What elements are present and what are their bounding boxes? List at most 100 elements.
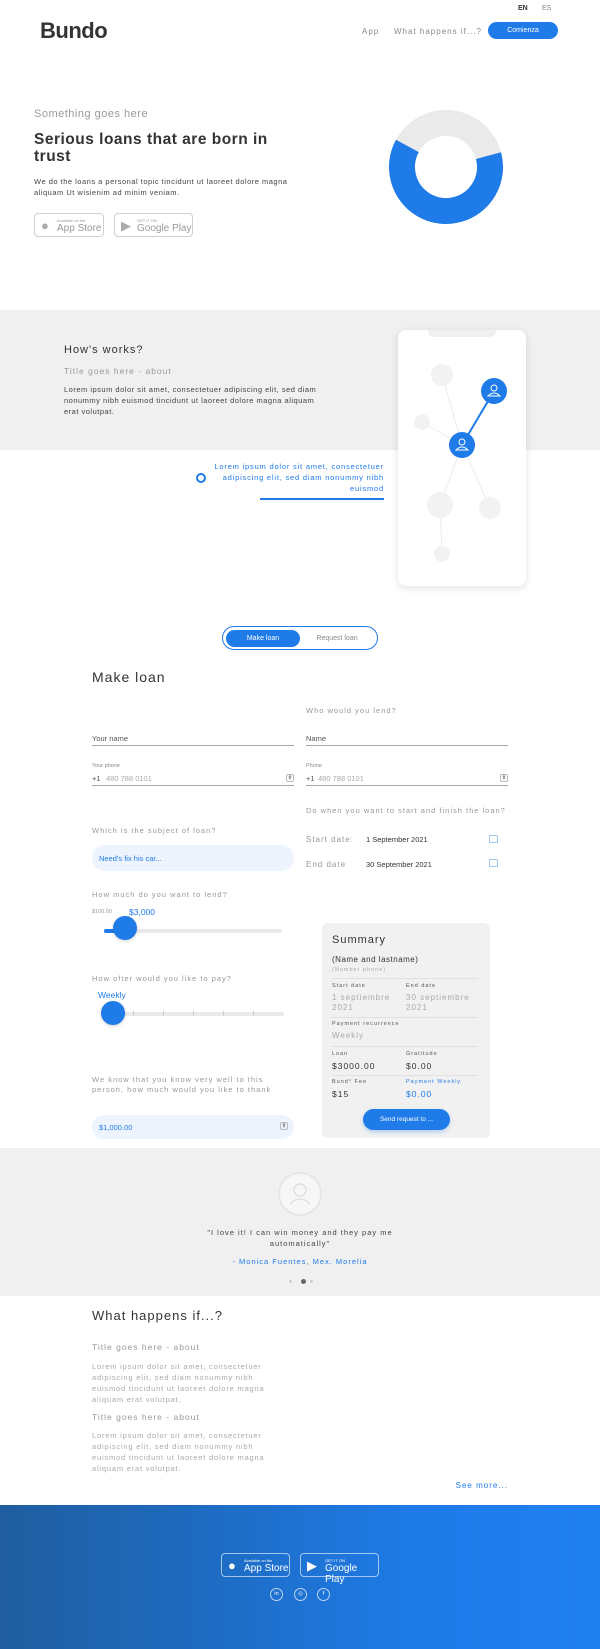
tab-make-loan[interactable]: Make loan — [226, 630, 300, 647]
summary-phone: (Number phone) — [332, 967, 387, 973]
see-more-link[interactable]: See more... — [400, 1481, 508, 1490]
summary-divider — [332, 1017, 478, 1018]
testimonial-band — [0, 1148, 600, 1296]
lendee-name-field[interactable]: Name — [306, 734, 326, 743]
summary-recurrence-label: Payment recurrence — [332, 1021, 400, 1027]
footer-appstore-button[interactable]: ● Available on the App Store — [221, 1553, 290, 1577]
amount-slider-handle[interactable] — [113, 916, 138, 940]
instagram-icon[interactable]: ◎ — [294, 1588, 307, 1601]
play-icon: ▶ — [307, 1558, 317, 1573]
subject-label: Which is the subject of loan? — [92, 826, 217, 835]
amount-label: How much do you want to lend? — [92, 890, 228, 899]
summary-loan-value: $3000.00 — [332, 1061, 376, 1071]
gplay-big-text: Google Play — [325, 1563, 358, 1585]
lang-en-link[interactable]: EN — [518, 5, 528, 12]
user-icon — [289, 1183, 311, 1205]
start-date-label: Start date: — [306, 835, 354, 844]
summary-weekly-value: $0.00 — [406, 1089, 433, 1099]
network-graphic — [414, 364, 507, 562]
carousel-dot[interactable] — [289, 1280, 292, 1283]
apple-icon: ● — [41, 218, 49, 233]
hero-appstore-button[interactable]: ● Available on the App Store — [34, 213, 104, 237]
lendee-name-underline — [306, 745, 508, 746]
network-node — [434, 546, 450, 562]
summary-title: Summary — [332, 934, 387, 946]
facebook-icon[interactable]: f — [317, 1588, 330, 1601]
hero-kicker: Something goes here — [34, 108, 149, 120]
frequency-tick — [133, 1011, 134, 1016]
highlight-underline — [260, 498, 384, 500]
logo[interactable]: Bundo — [40, 18, 108, 44]
calendar-icon[interactable] — [489, 835, 498, 843]
calendar-icon[interactable] — [489, 859, 498, 867]
testimonial-author: - Monica Fuentes, Mex. Morelia — [232, 1257, 368, 1266]
carousel-dot-active[interactable] — [301, 1279, 306, 1284]
appstore-big-text: App Store — [244, 1563, 289, 1574]
who-lend-label: Who would you lend? — [306, 706, 397, 715]
lendee-phone-underline — [306, 785, 508, 786]
frequency-tick — [253, 1011, 254, 1016]
testimonial-quote: "I love it! I can win money and they pay… — [207, 1228, 393, 1248]
apple-icon: ● — [228, 1558, 236, 1573]
what-happens-title: What happens if...? — [92, 1308, 224, 1323]
end-date-label: End date — [306, 860, 347, 869]
gratitude-stepper[interactable]: ▲ ▼ — [280, 1122, 288, 1130]
frequency-tick — [163, 1011, 164, 1016]
frequency-tick — [223, 1011, 224, 1016]
frequency-tick — [193, 1011, 194, 1016]
what-happens-subtitle: Title goes here - about — [92, 1342, 200, 1352]
summary-divider — [332, 1046, 478, 1047]
linkedin-icon[interactable]: in — [270, 1588, 283, 1601]
your-name-field[interactable]: Your name — [92, 734, 128, 743]
phone-stepper[interactable]: ▲ ▼ — [500, 774, 508, 782]
subject-value: Need's fix his car... — [99, 854, 162, 863]
summary-loan-label: Loan — [332, 1051, 349, 1057]
hero-googleplay-button[interactable]: ▶ GET IT ON Google Play — [114, 213, 193, 237]
summary-end-label: End date — [406, 983, 437, 989]
how-works-title: How's works? — [64, 344, 144, 356]
avatar — [278, 1172, 322, 1216]
summary-divider — [332, 1075, 478, 1076]
comienza-button[interactable]: Comienza — [488, 22, 558, 39]
network-node — [431, 364, 453, 386]
summary-weekly-label: Payment Weekly — [406, 1079, 462, 1085]
gplay-big-text: Google Play — [137, 223, 192, 234]
frequency-slider-track[interactable] — [104, 1012, 284, 1016]
summary-start-label: Start date — [332, 983, 366, 989]
amount-value: $3,000 — [129, 907, 155, 917]
lendee-phone-field[interactable]: 480 788 0101 — [318, 774, 364, 783]
nav-app-link[interactable]: App — [362, 27, 379, 36]
your-phone-underline — [92, 785, 294, 786]
tab-request-loan[interactable]: Request loan — [300, 630, 374, 647]
summary-gratitude-value: $0.00 — [406, 1061, 433, 1071]
carousel-dot[interactable] — [310, 1280, 313, 1283]
summary-recurrence-value: Weekly — [332, 1031, 365, 1040]
network-node — [414, 414, 430, 430]
summary-divider — [332, 978, 478, 979]
dates-label: Do when you want to start and finish the… — [306, 806, 506, 815]
send-request-button[interactable]: Send request to ... — [363, 1109, 450, 1130]
summary-fee-value: $15 — [332, 1089, 350, 1099]
hero-text: We do the loans a personal topic tincidu… — [34, 177, 288, 197]
frequency-slider-handle[interactable] — [101, 1001, 125, 1025]
play-icon: ▶ — [121, 218, 131, 233]
network-node — [479, 497, 501, 519]
start-date-field[interactable]: 1 September 2021 — [366, 835, 428, 844]
summary-gratitude-label: Gratitude — [406, 1051, 438, 1057]
phone-stepper[interactable]: ▲ ▼ — [286, 774, 294, 782]
summary-name: (Name and lastname) — [332, 955, 419, 964]
donut-graphic — [389, 110, 503, 224]
phone-label: Phone — [306, 763, 322, 769]
end-date-field[interactable]: 30 September 2021 — [366, 860, 432, 869]
lang-es-link[interactable]: ES — [542, 5, 551, 12]
nav-what-happens-link[interactable]: What happens if...? — [394, 27, 482, 36]
your-name-underline — [92, 745, 294, 746]
amount-min-label: $100.00 — [92, 909, 112, 915]
what-happens-subtitle: Title goes here - about — [92, 1412, 200, 1422]
footer-googleplay-button[interactable]: ▶ GET IT ON Google Play — [300, 1553, 379, 1585]
summary-fee-label: Bund° Fee — [332, 1079, 368, 1085]
network-node — [427, 492, 453, 518]
your-phone-field[interactable]: 480 788 0101 — [106, 774, 152, 783]
footer — [0, 1505, 600, 1649]
summary-end-value: 30 septiembre 2021 — [406, 993, 470, 1012]
